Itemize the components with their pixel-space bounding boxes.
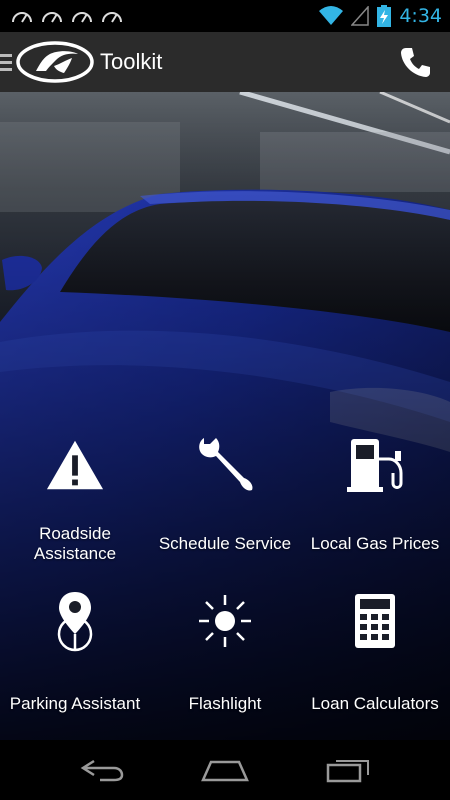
- tool-label: Roadside Assistance: [33, 524, 117, 563]
- recent-apps-button[interactable]: [318, 750, 378, 790]
- local-gas-prices-button[interactable]: Local Gas Prices: [300, 420, 450, 580]
- toolkit-grid: Roadside Assistance Schedule Service Loc…: [0, 420, 450, 740]
- hyundai-logo[interactable]: [16, 40, 94, 84]
- gas-pump-icon: [345, 430, 405, 500]
- roadside-assistance-button[interactable]: Roadside Assistance: [0, 420, 150, 580]
- call-button[interactable]: [396, 42, 436, 82]
- app-title: Toolkit: [100, 49, 163, 74]
- calculator-icon: [345, 586, 405, 656]
- speedometer-icon: [12, 12, 32, 23]
- system-nav-bar: [0, 740, 450, 800]
- loan-calculators-button[interactable]: Loan Calculators: [300, 580, 450, 740]
- flashlight-button[interactable]: Flashlight: [150, 580, 300, 740]
- signal-icon: [351, 6, 370, 26]
- recent-apps-icon: [327, 760, 370, 783]
- schedule-service-button[interactable]: Schedule Service: [150, 420, 300, 580]
- tool-label: Parking Assistant: [9, 694, 141, 713]
- wrench-icon: [195, 430, 255, 500]
- home-button[interactable]: [195, 750, 255, 790]
- tool-label: Flashlight: [188, 694, 262, 713]
- speedometer-icon: [72, 12, 92, 23]
- location-pin-icon: [45, 586, 105, 656]
- drawer-toggle[interactable]: [0, 32, 14, 92]
- battery-charging-icon: [377, 5, 392, 27]
- sun-icon: [195, 586, 255, 656]
- home-icon: [201, 760, 249, 782]
- notification-area: [10, 7, 124, 25]
- phone-icon: [401, 48, 430, 77]
- back-button[interactable]: [72, 750, 132, 790]
- clock-time: 4:34: [399, 5, 442, 27]
- action-bar: Toolkit: [0, 32, 450, 92]
- warning-icon: [45, 430, 105, 500]
- speedometer-icon: [42, 12, 62, 23]
- tool-label: Local Gas Prices: [310, 534, 440, 553]
- tool-label: Loan Calculators: [311, 694, 439, 713]
- parking-assistant-button[interactable]: Parking Assistant: [0, 580, 150, 740]
- status-bar: 4:34: [0, 0, 450, 32]
- speedometer-icon: [102, 12, 122, 23]
- tool-label: Schedule Service: [158, 534, 292, 553]
- back-icon: [80, 759, 123, 782]
- wifi-icon: [319, 6, 344, 25]
